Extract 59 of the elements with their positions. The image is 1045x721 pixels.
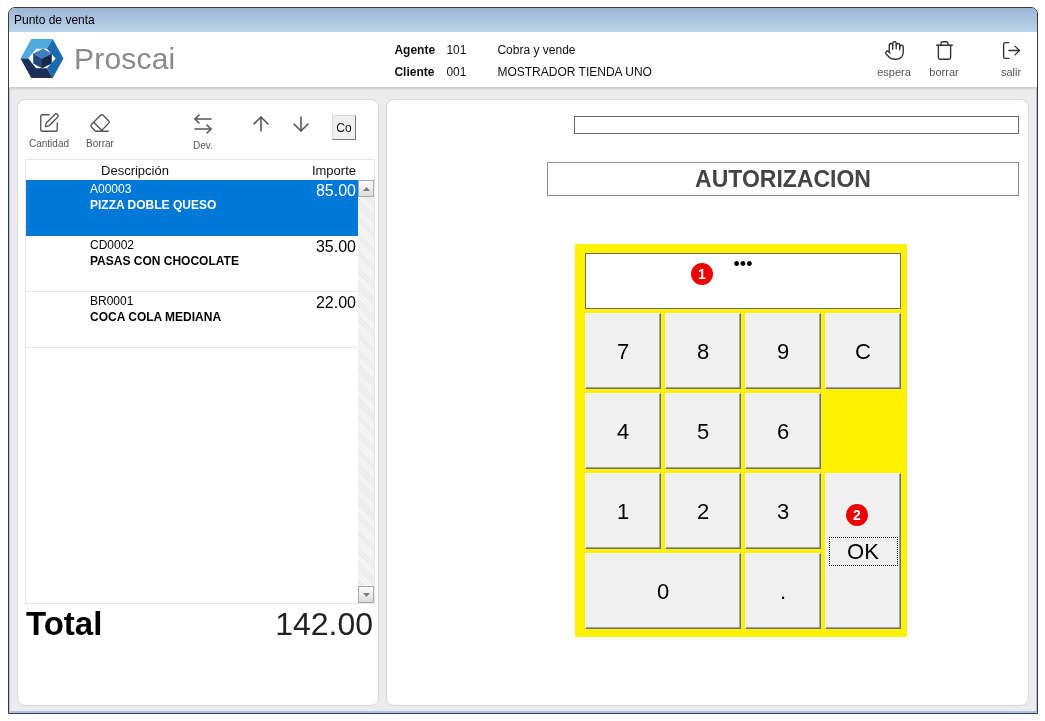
info-label: Cliente bbox=[394, 65, 436, 79]
swap-arrows-icon bbox=[191, 112, 215, 136]
item-code: A00003 bbox=[90, 182, 132, 197]
window-title: Punto de venta bbox=[14, 13, 95, 27]
hand-icon bbox=[883, 40, 905, 61]
header-action-button[interactable]: borrar bbox=[922, 32, 966, 78]
keypad-key[interactable]: 0 bbox=[585, 553, 741, 629]
column-header: Importe bbox=[310, 162, 357, 178]
scrollbar[interactable] bbox=[358, 180, 374, 603]
keypad-key[interactable]: 4 bbox=[585, 393, 661, 469]
brand-name: Proscai bbox=[74, 41, 176, 76]
eraser-icon bbox=[89, 112, 111, 134]
scroll-down-button[interactable] bbox=[358, 586, 374, 603]
pin-display-field[interactable]: ••• 1 bbox=[585, 253, 901, 309]
info-value: Cobra y vende bbox=[497, 43, 577, 57]
keypad-key[interactable]: 3 bbox=[745, 473, 821, 549]
pencil-square-icon bbox=[38, 112, 60, 134]
triangle-down-icon bbox=[362, 592, 370, 597]
keypad-key[interactable]: . bbox=[745, 553, 821, 629]
item-name: PASAS CON CHOCOLATE bbox=[90, 253, 239, 269]
keypad-key[interactable]: C bbox=[825, 313, 901, 389]
order-row[interactable]: A00003 PIZZA DOBLE QUESO 85.00 bbox=[26, 180, 358, 236]
step-marker: 1 bbox=[691, 263, 713, 285]
keypad-key[interactable]: 2 bbox=[665, 473, 741, 549]
info-code: 101 bbox=[446, 43, 468, 57]
item-name: COCA COLA MEDIANA bbox=[90, 309, 222, 325]
info-value: MOSTRADOR TIENDA UNO bbox=[497, 65, 652, 79]
header-action-button[interactable]: espera bbox=[872, 32, 916, 78]
logo-icon bbox=[20, 37, 64, 80]
keypad-key[interactable]: 9 bbox=[745, 313, 821, 389]
info-label: Agente bbox=[394, 43, 437, 57]
tool-button[interactable]: Dev. bbox=[182, 100, 224, 151]
column-header: Descripción bbox=[100, 162, 170, 178]
header-action-button[interactable]: salir bbox=[989, 32, 1033, 78]
item-code: CD0002 bbox=[90, 238, 135, 253]
logout-icon bbox=[1000, 40, 1022, 61]
keypad-key[interactable]: 1 bbox=[585, 473, 661, 549]
item-amount: 22.00 bbox=[315, 294, 356, 312]
tool-button[interactable]: Borrar bbox=[79, 100, 121, 149]
keypad-key[interactable]: OK 2 bbox=[825, 473, 901, 629]
triangle-up-icon bbox=[362, 186, 370, 191]
item-name: PIZZA DOBLE QUESO bbox=[90, 197, 217, 213]
input-field[interactable] bbox=[574, 116, 1019, 134]
small-button[interactable]: Co bbox=[332, 115, 356, 140]
keypad-key[interactable]: 5 bbox=[665, 393, 741, 469]
trash-icon bbox=[933, 40, 955, 61]
scroll-up-button[interactable] bbox=[358, 180, 374, 197]
item-amount: 85.00 bbox=[315, 182, 356, 200]
keypad-key[interactable]: 7 bbox=[585, 313, 661, 389]
item-amount: 35.00 bbox=[315, 238, 356, 256]
total-amount: 142.00 bbox=[275, 605, 373, 644]
tool-button[interactable]: Cantidad bbox=[28, 100, 70, 149]
total-label: Total bbox=[26, 604, 103, 644]
item-code: BR0001 bbox=[90, 294, 134, 309]
step-marker: 2 bbox=[846, 504, 868, 526]
keypad-key[interactable]: 6 bbox=[745, 393, 821, 469]
info-code: 001 bbox=[446, 65, 468, 79]
keypad-key[interactable]: 8 bbox=[665, 313, 741, 389]
section-title: AUTORIZACION bbox=[547, 162, 1019, 196]
